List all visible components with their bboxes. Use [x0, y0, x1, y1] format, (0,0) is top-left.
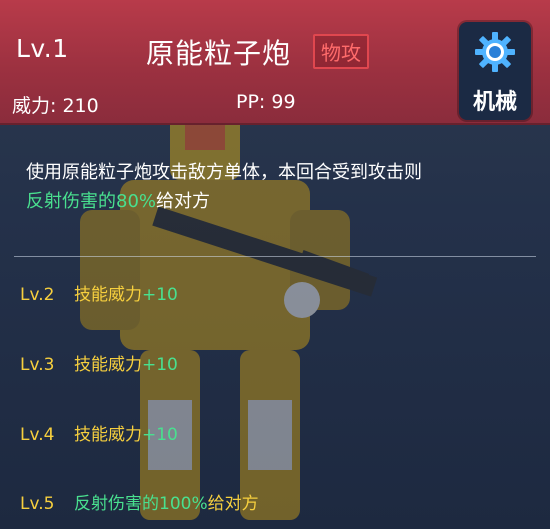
type-label: 机械	[472, 90, 517, 115]
upgrade-level: Lv.5	[20, 494, 55, 514]
skill-header: Lv.1 原能粒子炮 物攻 威力: 210 PP: 99 机械	[0, 0, 550, 125]
upgrade-value: +10	[142, 285, 178, 305]
upgrade-level: Lv.4	[20, 425, 55, 445]
skill-card: Lv.1 原能粒子炮 物攻 威力: 210 PP: 99 机械 使用原能粒子炮攻…	[0, 0, 550, 529]
type-badge: 机械	[459, 22, 531, 120]
upgrade-level: Lv.3	[20, 355, 55, 375]
upgrade-text: 技能威力	[74, 355, 142, 375]
description-line-1: 使用原能粒子炮攻击敌方单体，本回合受到攻击则	[26, 162, 422, 183]
upgrade-row: Lv.3 技能威力+10	[20, 350, 178, 375]
upgrade-value: +10	[142, 425, 178, 445]
upgrade-row: Lv.2 技能威力+10	[20, 280, 178, 305]
skill-level: Lv.1	[16, 34, 69, 63]
skill-name: 原能粒子炮	[146, 37, 292, 70]
upgrade-text: 技能威力	[74, 285, 142, 305]
upgrade-row: Lv.4 技能威力+10	[20, 420, 178, 445]
upgrade-value: 反射伤害的100%	[74, 494, 208, 514]
pp-value: PP: 99	[236, 91, 296, 113]
gear-icon	[475, 32, 515, 72]
category-tag: 物攻	[313, 34, 369, 69]
description-highlight: 反射伤害的80%	[26, 191, 157, 212]
upgrade-suffix: 给对方	[207, 494, 259, 514]
description-rest: 给对方	[156, 191, 211, 212]
upgrade-value: +10	[142, 355, 178, 375]
power-value: 威力: 210	[12, 95, 99, 117]
upgrade-row: Lv.5 反射伤害的100%给对方	[20, 489, 259, 514]
description-line-2: 反射伤害的80%给对方	[26, 187, 536, 216]
upgrade-text: 技能威力	[74, 425, 142, 445]
skill-description: 使用原能粒子炮攻击敌方单体，本回合受到攻击则 反射伤害的80%给对方	[26, 158, 536, 216]
divider	[14, 256, 536, 257]
upgrade-level: Lv.2	[20, 285, 55, 305]
